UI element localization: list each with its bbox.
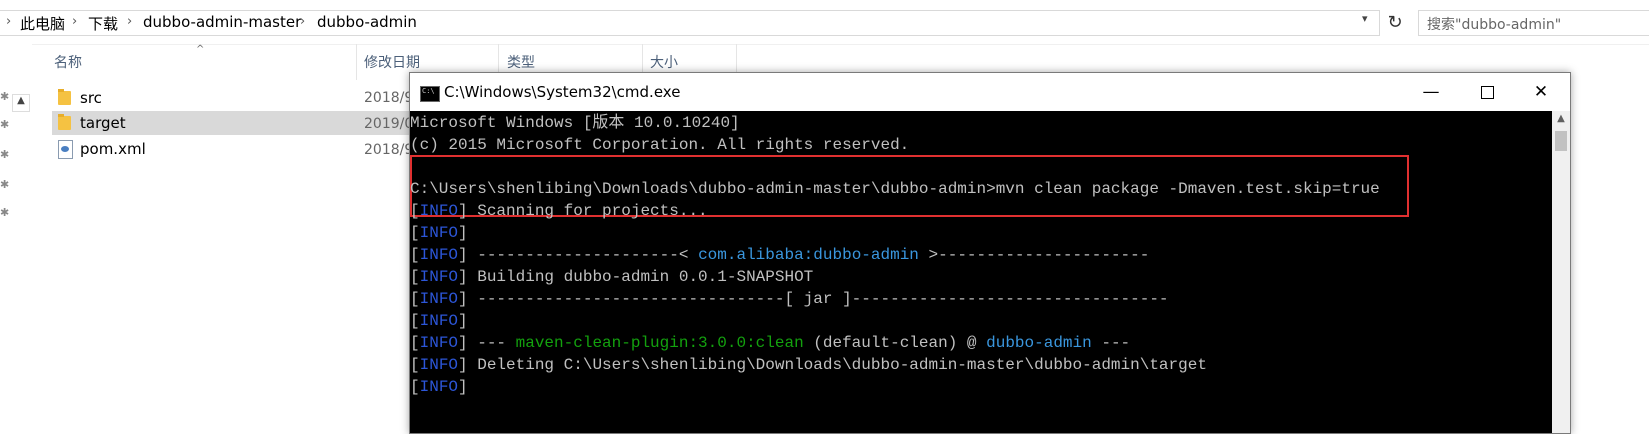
console-text: --- bbox=[1091, 334, 1131, 352]
refresh-icon[interactable]: ↻ bbox=[1382, 10, 1408, 36]
console-text: ] Scanning for projects... bbox=[458, 202, 708, 220]
breadcrumb-chevron-icon[interactable]: › bbox=[72, 14, 77, 29]
search-placeholder: 搜索"dubbo-admin" bbox=[1427, 17, 1562, 33]
breadcrumb-chevron-icon[interactable]: › bbox=[127, 14, 132, 29]
file-name: pom.xml bbox=[80, 140, 146, 158]
console-text: ] --------------------------------[ jar … bbox=[458, 290, 1169, 308]
console-line: [INFO] Scanning for projects... bbox=[410, 200, 708, 222]
file-date: 2018/9 bbox=[364, 142, 414, 158]
pin-icon: ✱ bbox=[0, 148, 10, 161]
console-text: Microsoft Windows [版本 10.0.10240] bbox=[410, 114, 740, 132]
sort-ascending-icon: ^ bbox=[196, 44, 205, 55]
file-date: 2019/0 bbox=[364, 116, 414, 132]
console-text: >---------------------- bbox=[918, 246, 1150, 264]
console-text: ] bbox=[458, 378, 468, 396]
cmd-titlebar[interactable]: C:\Windows\System32\cmd.exe — ✕ bbox=[410, 73, 1570, 111]
console-line: Microsoft Windows [版本 10.0.10240] bbox=[410, 112, 740, 134]
breadcrumb-dubbo-admin-master[interactable]: dubbo-admin-master bbox=[143, 13, 301, 31]
breadcrumb-downloads[interactable]: 下载 bbox=[88, 13, 118, 34]
log-level-label: INFO bbox=[419, 202, 459, 220]
console-text: maven-clean-plugin:3.0.0:clean bbox=[515, 334, 804, 352]
console-text: ] bbox=[458, 312, 468, 330]
console-text: ] bbox=[458, 224, 468, 242]
search-input[interactable]: 搜索"dubbo-admin" bbox=[1418, 10, 1649, 36]
console-output[interactable]: Microsoft Windows [版本 10.0.10240] (c) 201… bbox=[410, 111, 1552, 433]
scrollbar-thumb[interactable] bbox=[1555, 131, 1567, 151]
console-text: ] --- bbox=[458, 334, 516, 352]
console-line: [INFO] --------------------------------[… bbox=[410, 288, 1169, 310]
console-text: ] Deleting C:\Users\shenlibing\Downloads… bbox=[458, 356, 1207, 374]
breadcrumb-chevron-icon[interactable]: › bbox=[6, 14, 11, 29]
console-text: (c) 2015 Microsoft Corporation. All righ… bbox=[410, 136, 910, 154]
minimize-button[interactable]: — bbox=[1404, 73, 1458, 111]
column-divider[interactable] bbox=[356, 44, 357, 80]
log-level-label: INFO bbox=[419, 312, 459, 330]
file-row[interactable]: pom.xml bbox=[52, 137, 412, 161]
log-level-label: INFO bbox=[419, 246, 459, 264]
console-text: [ bbox=[410, 202, 420, 220]
maximize-button[interactable] bbox=[1460, 73, 1514, 111]
console-line: [INFO] bbox=[410, 222, 468, 244]
console-text: [ bbox=[410, 334, 420, 352]
log-level-label: INFO bbox=[419, 268, 459, 286]
console-text: dubbo-admin bbox=[986, 334, 1092, 352]
column-header-type[interactable]: 类型 bbox=[507, 52, 535, 72]
console-text: [ bbox=[410, 312, 420, 330]
console-text: [ bbox=[410, 356, 420, 374]
console-line: [INFO] Deleting C:\Users\shenlibing\Down… bbox=[410, 354, 1207, 376]
file-row[interactable]: src bbox=[52, 86, 412, 110]
log-level-label: INFO bbox=[419, 334, 459, 352]
pin-icon: ✱ bbox=[0, 178, 10, 191]
console-line: C:\Users\shenlibing\Downloads\dubbo-admi… bbox=[410, 178, 1380, 200]
column-header-size[interactable]: 大小 bbox=[650, 52, 678, 72]
column-header-date[interactable]: 修改日期 bbox=[364, 52, 420, 72]
console-line: [INFO] bbox=[410, 376, 468, 398]
nav-scroll-up-icon[interactable]: ▲ bbox=[12, 94, 30, 112]
address-bar-area: › 此电脑 › 下载 › dubbo-admin-master › dubbo-… bbox=[0, 0, 1649, 45]
console-text: ] Building dubbo-admin 0.0.1-SNAPSHOT bbox=[458, 268, 814, 286]
pin-icon: ✱ bbox=[0, 90, 10, 103]
cmd-icon bbox=[420, 86, 440, 102]
column-header-name[interactable]: 名称 bbox=[54, 52, 82, 72]
pin-icon: ✱ bbox=[0, 206, 10, 219]
xml-file-icon bbox=[58, 140, 73, 159]
console-text: [ bbox=[410, 268, 420, 286]
console-text: (default-clean) @ bbox=[803, 334, 987, 352]
log-level-label: INFO bbox=[419, 378, 459, 396]
breadcrumb-this-pc[interactable]: 此电脑 bbox=[20, 13, 65, 34]
navigation-pane: ▲ ✱ ✱ ✱ ✱ ✱ bbox=[0, 44, 32, 424]
console-text: C:\Users\shenlibing\Downloads\dubbo-admi… bbox=[410, 180, 1380, 198]
console-text: ] ---------------------< bbox=[458, 246, 699, 264]
file-date: 2018/9 bbox=[364, 90, 414, 106]
folder-icon bbox=[58, 89, 71, 105]
file-name: src bbox=[80, 89, 102, 107]
breadcrumb-chevron-icon[interactable]: › bbox=[300, 14, 305, 29]
console-line: [INFO] Building dubbo-admin 0.0.1-SNAPSH… bbox=[410, 266, 813, 288]
console-text: [ bbox=[410, 378, 420, 396]
folder-icon bbox=[58, 114, 71, 130]
console-line: (c) 2015 Microsoft Corporation. All righ… bbox=[410, 134, 909, 156]
log-level-label: INFO bbox=[419, 224, 459, 242]
console-line: [INFO] --- maven-clean-plugin:3.0.0:clea… bbox=[410, 332, 1130, 354]
cmd-window[interactable]: C:\Windows\System32\cmd.exe — ✕ Microsof… bbox=[409, 72, 1571, 434]
console-text: com.alibaba:dubbo-admin bbox=[698, 246, 919, 264]
console-scrollbar[interactable]: ▲ bbox=[1552, 111, 1570, 433]
file-row-selected[interactable]: target bbox=[52, 111, 412, 135]
log-level-label: INFO bbox=[419, 356, 459, 374]
console-line: [INFO] ---------------------< com.alibab… bbox=[410, 244, 1149, 266]
console-line: [INFO] bbox=[410, 310, 468, 332]
log-level-label: INFO bbox=[419, 290, 459, 308]
console-text: [ bbox=[410, 246, 420, 264]
cmd-window-title: C:\Windows\System32\cmd.exe bbox=[444, 83, 681, 101]
console-text: [ bbox=[410, 290, 420, 308]
pin-icon: ✱ bbox=[0, 118, 10, 131]
scroll-up-icon[interactable]: ▲ bbox=[1552, 113, 1570, 129]
maximize-icon bbox=[1480, 85, 1494, 99]
console-text: [ bbox=[410, 224, 420, 242]
close-button[interactable]: ✕ bbox=[1514, 73, 1568, 111]
file-name: target bbox=[80, 114, 126, 132]
address-dropdown-icon[interactable]: ▾ bbox=[1362, 12, 1368, 25]
breadcrumb-dubbo-admin[interactable]: dubbo-admin bbox=[317, 13, 417, 31]
